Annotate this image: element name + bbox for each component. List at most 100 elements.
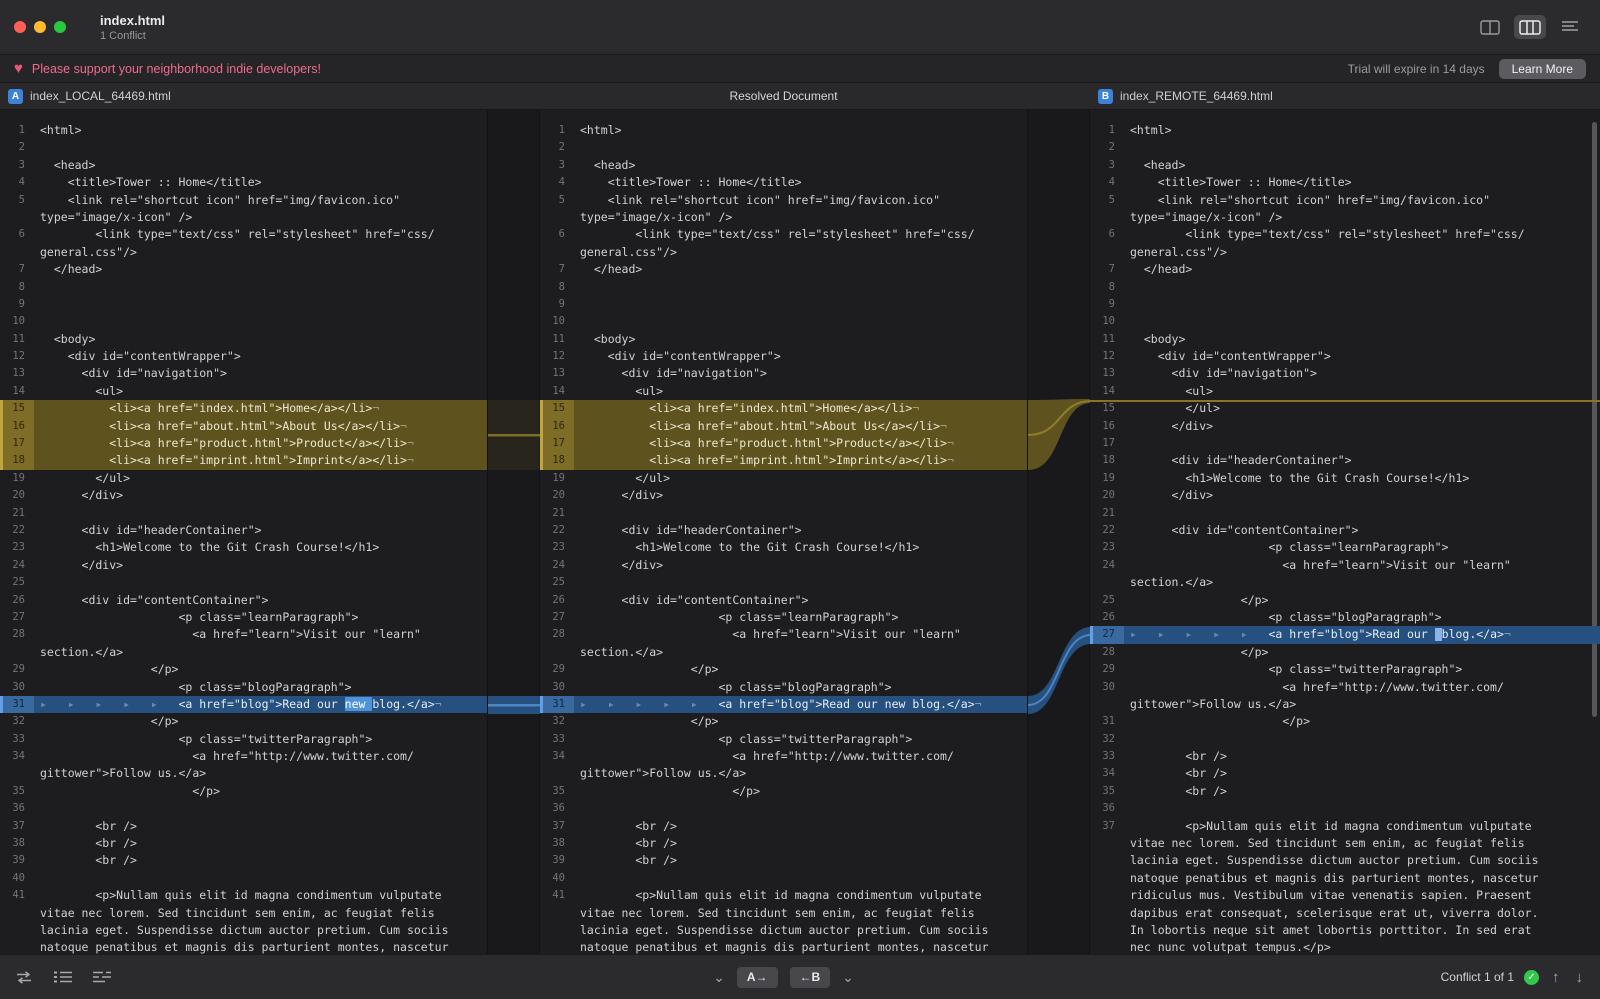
code-line[interactable]: 25 </p>	[1090, 592, 1600, 609]
code-line[interactable]: 41 <p>Nullam quis elit id magna condimen…	[540, 887, 1027, 904]
code-line[interactable]: 17	[1090, 435, 1600, 452]
code-line[interactable]: 3 <head>	[540, 157, 1027, 174]
code-line[interactable]: 1<html>	[540, 122, 1027, 139]
code-line[interactable]: 39 <br />	[540, 852, 1027, 869]
code-line[interactable]: 24 </div>	[0, 557, 487, 574]
code-line[interactable]: 17 <li><a href="product.html">Product</a…	[540, 435, 1027, 452]
previous-conflict-icon[interactable]: ↑	[1549, 969, 1563, 986]
code-line[interactable]: 10	[1090, 313, 1600, 330]
code-line[interactable]: 27 <p class="learnParagraph">	[0, 609, 487, 626]
code-line[interactable]: 1<html>	[0, 122, 487, 139]
code-line[interactable]: 20 </div>	[540, 487, 1027, 504]
code-line[interactable]: ridiculus mus. Vestibulum vitae venenati…	[1090, 887, 1600, 904]
take-a-button[interactable]: A→	[737, 967, 778, 988]
code-line[interactable]: 23 <p class="learnParagraph">	[1090, 539, 1600, 556]
code-line[interactable]: 22 <div id="contentContainer">	[1090, 522, 1600, 539]
code-line[interactable]: 11 <body>	[540, 331, 1027, 348]
code-line[interactable]: 15 </ul>	[1090, 400, 1600, 417]
code-line[interactable]: 8	[540, 279, 1027, 296]
code-line[interactable]: lacinia eget. Suspendisse dictum auctor …	[0, 922, 487, 939]
code-line[interactable]: 14 <ul>	[1090, 383, 1600, 400]
code-line[interactable]: general.css"/>	[1090, 244, 1600, 261]
code-line[interactable]: 18 <div id="headerContainer">	[1090, 452, 1600, 469]
code-line[interactable]: 3 <head>	[1090, 157, 1600, 174]
code-line[interactable]: 37 <br />	[540, 818, 1027, 835]
code-line[interactable]: 16 <li><a href="about.html">About Us</a>…	[0, 418, 487, 435]
code-line[interactable]: 24 <a href="learn">Visit our "learn"	[1090, 557, 1600, 574]
code-line[interactable]: 21	[0, 505, 487, 522]
code-line[interactable]: 12 <div id="contentWrapper">	[0, 348, 487, 365]
code-line[interactable]: 12 <div id="contentWrapper">	[1090, 348, 1600, 365]
code-line[interactable]: 28 <a href="learn">Visit our "learn"	[0, 626, 487, 643]
code-line[interactable]: section.</a>	[1090, 574, 1600, 591]
code-line[interactable]: 38 <br />	[0, 835, 487, 852]
code-line[interactable]: 31 </p>	[1090, 713, 1600, 730]
code-line[interactable]: dapibus erat consequat, scelerisque erat…	[1090, 905, 1600, 922]
code-line[interactable]: 30 <p class="blogParagraph">	[0, 679, 487, 696]
code-line[interactable]: 15 <li><a href="index.html">Home</a></li…	[0, 400, 487, 417]
code-line[interactable]: natoque penatibus et magnis dis parturie…	[0, 939, 487, 954]
code-line[interactable]: 33 <br />	[1090, 748, 1600, 765]
remote-pane[interactable]: 1<html>23 <head>4 <title>Tower :: Home</…	[1090, 110, 1600, 954]
code-line[interactable]: In lobortis neque sit amet lobortis port…	[1090, 922, 1600, 939]
code-line[interactable]: 33 <p class="twitterParagraph">	[540, 731, 1027, 748]
code-line[interactable]: 35 </p>	[540, 783, 1027, 800]
code-line[interactable]: 25	[0, 574, 487, 591]
code-line[interactable]: vitae nec lorem. Sed tincidunt sem enim,…	[1090, 835, 1600, 852]
code-line[interactable]: 2	[540, 139, 1027, 156]
code-line[interactable]: 21	[1090, 505, 1600, 522]
code-line[interactable]: 36	[0, 800, 487, 817]
code-line[interactable]: 28 </p>	[1090, 644, 1600, 661]
code-line[interactable]: 5 <link rel="shortcut icon" href="img/fa…	[540, 192, 1027, 209]
code-line[interactable]: 27 <p class="learnParagraph">	[540, 609, 1027, 626]
code-line[interactable]: 20 </div>	[0, 487, 487, 504]
code-line[interactable]: 27▸ ▸ ▸ ▸ ▸ <a href="blog">Read our blog…	[1090, 626, 1600, 643]
code-line[interactable]: 14 <ul>	[540, 383, 1027, 400]
code-line[interactable]: 7 </head>	[1090, 261, 1600, 278]
take-b-dropdown-chevron-icon[interactable]: ⌄	[842, 970, 854, 984]
code-line[interactable]: 22 <div id="headerContainer">	[0, 522, 487, 539]
code-line[interactable]: 6 <link type="text/css" rel="stylesheet"…	[540, 226, 1027, 243]
close-button[interactable]	[14, 21, 26, 33]
code-line[interactable]: 29 </p>	[0, 661, 487, 678]
code-line[interactable]: 7 </head>	[0, 261, 487, 278]
code-line[interactable]: 8	[1090, 279, 1600, 296]
code-line[interactable]: 19 </ul>	[0, 470, 487, 487]
code-line[interactable]: gittower">Follow us.</a>	[540, 765, 1027, 782]
minimize-button[interactable]	[34, 21, 46, 33]
compare-mode-icon[interactable]	[14, 970, 34, 985]
display-options-icon[interactable]	[93, 970, 112, 984]
resolved-pane[interactable]: 1<html>23 <head>4 <title>Tower :: Home</…	[540, 110, 1027, 954]
unified-view-icon[interactable]	[1554, 15, 1586, 39]
code-line[interactable]: 40	[540, 870, 1027, 887]
code-line[interactable]: 13 <div id="navigation">	[540, 365, 1027, 382]
code-line[interactable]: natoque penatibus et magnis dis parturie…	[1090, 870, 1600, 887]
code-line[interactable]: 32	[1090, 731, 1600, 748]
code-line[interactable]: general.css"/>	[540, 244, 1027, 261]
code-line[interactable]: 30 <a href="http://www.twitter.com/	[1090, 679, 1600, 696]
code-line[interactable]: 25	[540, 574, 1027, 591]
code-line[interactable]: 4 <title>Tower :: Home</title>	[1090, 174, 1600, 191]
code-line[interactable]: 31▸ ▸ ▸ ▸ ▸ <a href="blog">Read our new …	[540, 696, 1027, 713]
code-line[interactable]: 28 <a href="learn">Visit our "learn"	[540, 626, 1027, 643]
code-line[interactable]: 21	[540, 505, 1027, 522]
code-line[interactable]: 13 <div id="navigation">	[0, 365, 487, 382]
code-line[interactable]: lacinia eget. Suspendisse dictum auctor …	[540, 922, 1027, 939]
code-line[interactable]: vitae nec lorem. Sed tincidunt sem enim,…	[540, 905, 1027, 922]
two-pane-view-icon[interactable]	[1474, 15, 1506, 39]
three-pane-view-icon[interactable]	[1514, 15, 1546, 39]
code-line[interactable]: 35 </p>	[0, 783, 487, 800]
code-line[interactable]: 29 <p class="twitterParagraph">	[1090, 661, 1600, 678]
code-line[interactable]: 34 <br />	[1090, 765, 1600, 782]
code-line[interactable]: 23 <h1>Welcome to the Git Crash Course!<…	[540, 539, 1027, 556]
code-line[interactable]: gittower">Follow us.</a>	[0, 765, 487, 782]
code-line[interactable]: 7 </head>	[540, 261, 1027, 278]
code-line[interactable]: 29 </p>	[540, 661, 1027, 678]
code-line[interactable]: 35 <br />	[1090, 783, 1600, 800]
code-line[interactable]: natoque penatibus et magnis dis parturie…	[540, 939, 1027, 954]
code-line[interactable]: 37 <br />	[0, 818, 487, 835]
code-line[interactable]: 4 <title>Tower :: Home</title>	[540, 174, 1027, 191]
code-line[interactable]: 34 <a href="http://www.twitter.com/	[540, 748, 1027, 765]
code-line[interactable]: 38 <br />	[540, 835, 1027, 852]
code-line[interactable]: 36	[540, 800, 1027, 817]
